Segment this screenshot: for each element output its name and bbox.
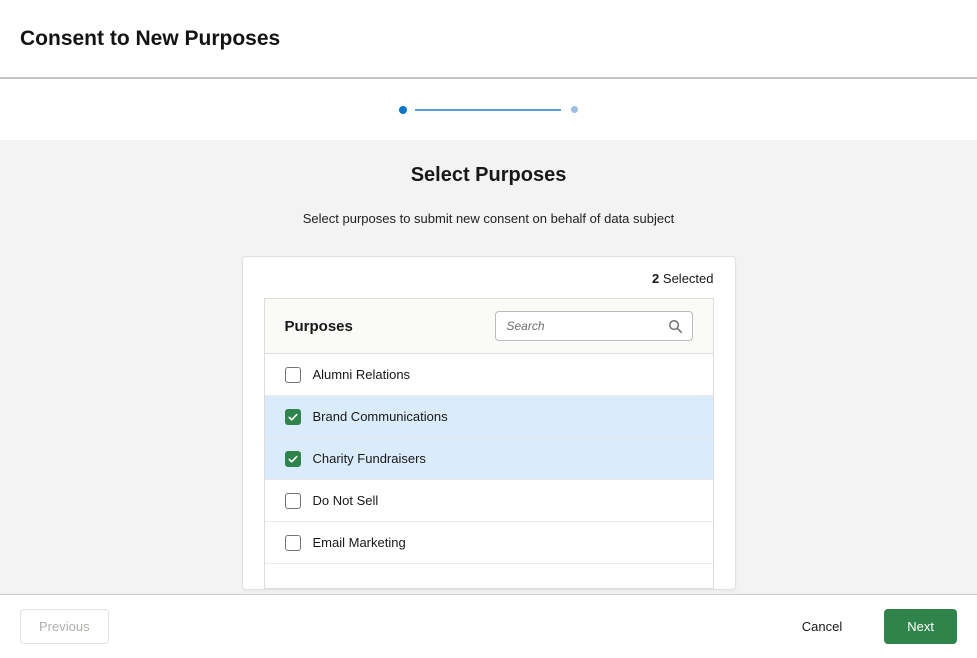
purpose-search-input[interactable] <box>496 312 692 340</box>
checkbox-unchecked-icon[interactable] <box>285 493 301 509</box>
purposes-table-title: Purposes <box>285 318 353 335</box>
purpose-row[interactable]: Charity Fundraisers <box>265 438 713 480</box>
checkbox-checked-icon[interactable] <box>285 451 301 467</box>
search-icon[interactable] <box>668 319 683 334</box>
selected-count-line: 2 Selected <box>264 271 714 286</box>
step-title: Select Purposes <box>0 164 977 187</box>
purpose-rows: Alumni Relations Brand Communications Char… <box>265 354 713 588</box>
selected-count: 2 <box>652 271 659 286</box>
purpose-search <box>495 311 693 341</box>
progress-step-next-icon <box>571 106 578 113</box>
wizard-footer: Previous Cancel Next <box>0 594 977 658</box>
progress-line <box>415 109 561 111</box>
selected-count-label: Selected <box>663 271 714 286</box>
wizard-content: Select Purposes Select purposes to submi… <box>0 140 977 594</box>
purpose-label: Charity Fundraisers <box>313 451 426 466</box>
purposes-table: Purposes Alumni Relations Brand Communica… <box>264 298 714 589</box>
app-header: Consent to New Purposes <box>0 0 977 79</box>
purpose-row-partial <box>265 564 713 588</box>
purpose-row[interactable]: Brand Communications <box>265 396 713 438</box>
cancel-button[interactable]: Cancel <box>784 610 860 643</box>
progress-indicator <box>399 106 578 114</box>
previous-button[interactable]: Previous <box>20 609 109 644</box>
purpose-label: Brand Communications <box>313 409 448 424</box>
checkbox-unchecked-icon[interactable] <box>285 367 301 383</box>
checkbox-unchecked-icon[interactable] <box>285 535 301 551</box>
purpose-row[interactable]: Alumni Relations <box>265 354 713 396</box>
checkbox-checked-icon[interactable] <box>285 409 301 425</box>
purpose-row[interactable]: Do Not Sell <box>265 480 713 522</box>
purpose-label: Do Not Sell <box>313 493 379 508</box>
purposes-table-header: Purposes <box>265 299 713 354</box>
purpose-label: Email Marketing <box>313 535 406 550</box>
next-button[interactable]: Next <box>884 609 957 644</box>
page-title: Consent to New Purposes <box>20 27 280 51</box>
step-subtitle: Select purposes to submit new consent on… <box>0 211 977 226</box>
purpose-label: Alumni Relations <box>313 367 411 382</box>
purpose-row[interactable]: Email Marketing <box>265 522 713 564</box>
progress-step-current-icon <box>399 106 407 114</box>
purposes-card: 2 Selected Purposes Alumni Relations Bran… <box>242 256 736 590</box>
progress-section <box>0 79 977 140</box>
